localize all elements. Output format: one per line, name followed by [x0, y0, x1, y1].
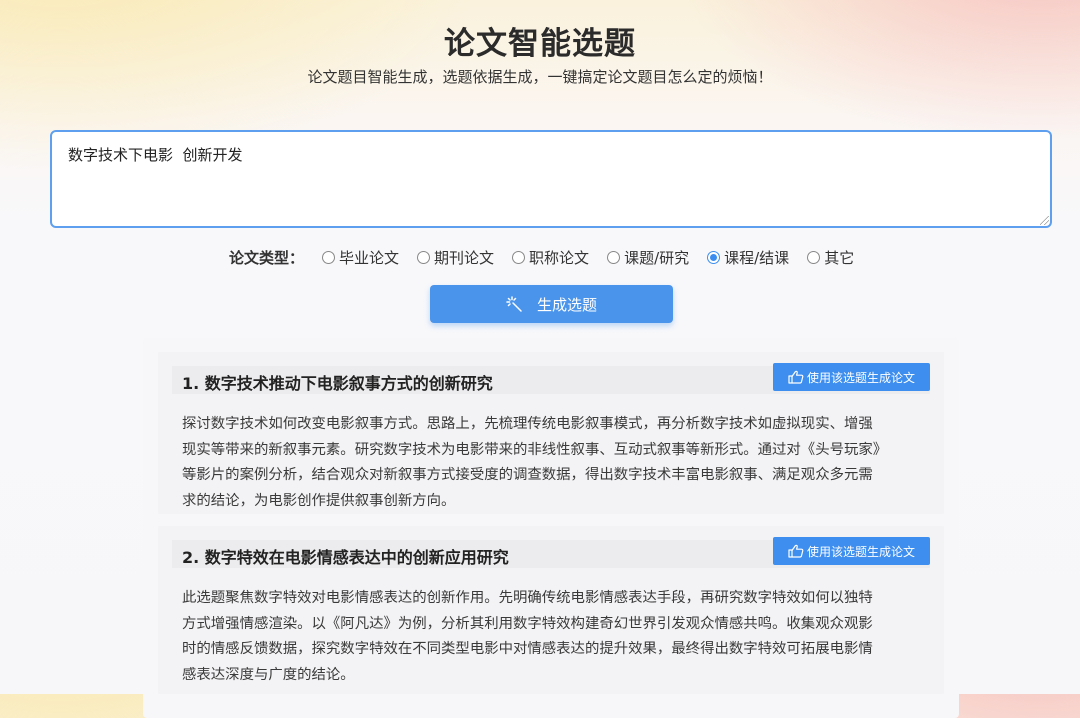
use-topic-button-label: 使用该选题生成论文: [806, 370, 915, 385]
page-title: 论文智能选题: [444, 26, 636, 62]
radio-button[interactable]: [807, 250, 821, 264]
radio-option-other[interactable]: 其它: [807, 247, 854, 268]
radio-option-graduation[interactable]: 毕业论文: [322, 247, 399, 268]
result-description: 此选题聚焦数字特效对电影情感表达的创新作用。先明确传统电影情感表达手段，再研究数…: [182, 590, 873, 683]
radio-button[interactable]: [607, 250, 621, 264]
result-description: 探讨数字技术如何改变电影叙事方式。思路上，先梳理传统电影叙事模式，再分析数字技术…: [182, 416, 888, 509]
generate-button-label: 生成选题: [536, 295, 597, 314]
result-card: 2. 数字特效在电影情感表达中的创新应用研究 使用该选题生成论文 此选题聚焦数字…: [158, 526, 944, 694]
radio-button[interactable]: [707, 250, 721, 264]
result-card: 1. 数字技术推动下电影叙事方式的创新研究 使用该选题生成论文 探讨数字技术如何…: [158, 352, 944, 514]
radio-button[interactable]: [512, 250, 526, 264]
radio-option-research[interactable]: 课题/研究: [607, 247, 689, 268]
radio-label: 课题/研究: [624, 248, 690, 267]
thumbs-up-icon: [788, 370, 804, 384]
generate-button[interactable]: 生成选题: [430, 285, 673, 323]
result-title: 1. 数字技术推动下电影叙事方式的创新研究: [182, 374, 493, 393]
resize-grip[interactable]: [1040, 216, 1049, 225]
radio-option-professional[interactable]: 职称论文: [512, 247, 589, 268]
radio-label: 期刊论文: [434, 248, 495, 267]
paper-type-label: 论文类型：: [229, 248, 305, 267]
page-subtitle: 论文题目智能生成，选题依据生成，一键搞定论文题目怎么定的烦恼！: [307, 68, 773, 86]
use-topic-button[interactable]: 使用该选题生成论文: [773, 537, 930, 565]
radio-label: 毕业论文: [339, 248, 400, 267]
radio-option-course[interactable]: 课程/结课: [707, 247, 789, 268]
result-title: 2. 数字特效在电影情感表达中的创新应用研究: [182, 548, 509, 567]
radio-label: 课程/结课: [724, 248, 790, 267]
paper-type-selector: 论文类型： 毕业论文 期刊论文 职称论文 课题/研究 课程/结课 其它: [229, 246, 872, 268]
topic-input[interactable]: [50, 130, 1052, 228]
thumbs-up-icon: [788, 544, 804, 558]
magic-wand-icon: [506, 295, 522, 312]
radio-label: 其它: [824, 248, 855, 267]
radio-button[interactable]: [322, 250, 336, 264]
radio-option-journal[interactable]: 期刊论文: [417, 247, 494, 268]
radio-label: 职称论文: [529, 248, 590, 267]
use-topic-button[interactable]: 使用该选题生成论文: [773, 363, 930, 391]
radio-button[interactable]: [417, 250, 431, 264]
use-topic-button-label: 使用该选题生成论文: [806, 544, 915, 559]
